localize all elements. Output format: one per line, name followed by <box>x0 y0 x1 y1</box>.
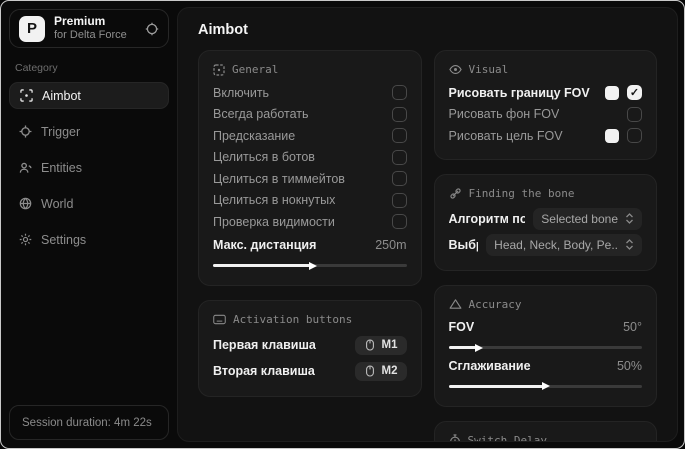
gear-icon <box>19 233 32 246</box>
app-window: P Premium for Delta Force Category Aimbo… <box>0 0 685 449</box>
crosshair-plus-icon <box>19 125 32 138</box>
panel-visual: Visual Рисовать границу FOV ✓ Рисовать ф… <box>433 50 657 160</box>
chevron-updown-icon <box>626 239 633 250</box>
checkbox-always-work[interactable] <box>391 106 407 122</box>
globe-icon <box>19 197 32 210</box>
checkbox-prediction[interactable] <box>391 128 407 144</box>
sidebar-item-label: Aimbot <box>42 88 81 103</box>
chevron-updown-icon <box>626 213 633 224</box>
checkbox-draw-fov-border[interactable]: ✓ <box>627 85 642 101</box>
fov-value: 50° <box>623 320 642 335</box>
entities-icon <box>19 161 32 174</box>
crosshair-scan-icon <box>20 89 33 102</box>
keybind-m2[interactable]: M2 <box>354 361 407 381</box>
main-content: Aimbot General Включить Всегда работать … <box>177 7 678 442</box>
sidebar-item-world[interactable]: World <box>9 190 169 217</box>
bone-row: Алгоритм поиска костей Selected bone <box>449 206 642 232</box>
mouse-icon <box>365 339 374 351</box>
max-distance-slider[interactable] <box>213 261 407 270</box>
slider-thumb[interactable] <box>474 343 483 352</box>
fov-slider[interactable] <box>448 343 642 352</box>
scope-icon[interactable] <box>145 22 159 36</box>
keybind-row: Вторая клавиша M2 <box>213 358 407 384</box>
sidebar: P Premium for Delta Force Category Aimbo… <box>1 1 177 448</box>
toggle-row: Проверка видимости <box>213 211 407 233</box>
brand-title: Premium <box>54 14 106 29</box>
bone-algorithm-dropdown[interactable]: Selected bone <box>533 207 642 230</box>
panel-finding-bone: Finding the bone Алгоритм поиска костей … <box>433 173 657 271</box>
bone-icon <box>449 187 461 199</box>
checkbox-draw-fov-background[interactable] <box>627 106 642 122</box>
checkbox-visibility-check[interactable] <box>391 214 407 230</box>
fov-target-color-swatch[interactable] <box>605 128 619 143</box>
selected-bones-dropdown[interactable]: Head, Neck, Body, Pe.. <box>486 233 642 256</box>
checkbox-target-bots[interactable] <box>391 149 407 165</box>
sidebar-item-trigger[interactable]: Trigger <box>9 118 169 145</box>
panel-bone-title: Finding the bone <box>449 187 643 200</box>
sidebar-item-label: Entities <box>41 160 82 175</box>
visual-row: Рисовать границу FOV ✓ <box>449 82 642 104</box>
sidebar-item-label: Settings <box>41 232 87 247</box>
smoothing-value: 50% <box>616 358 642 373</box>
keybind-m1[interactable]: M1 <box>354 335 407 355</box>
slider-row: FOV 50° <box>448 320 643 335</box>
keyboard-icon <box>213 314 226 325</box>
panel-switch-delay-title: Switch Delay <box>449 433 643 441</box>
toggle-row: Целиться в нокнутых <box>213 190 407 212</box>
brand-subtitle: for Delta Force <box>54 29 127 42</box>
brand-card: P Premium for Delta Force <box>9 9 169 48</box>
mouse-icon <box>365 365 374 377</box>
session-duration: Session duration: 4m 22s <box>9 405 169 440</box>
slider-row: Сглаживание 50% <box>448 358 643 373</box>
sidebar-item-settings[interactable]: Settings <box>9 226 169 253</box>
panel-activation-buttons: Activation buttons Первая клавиша M1 Вто… <box>198 300 422 397</box>
page-title: Aimbot <box>198 22 248 38</box>
timer-icon <box>449 433 460 441</box>
panel-activation-title: Activation buttons <box>213 313 407 326</box>
keybind-row: Первая клавиша M1 <box>213 332 407 358</box>
checkbox-target-teammates[interactable] <box>391 171 407 187</box>
triangle-icon <box>449 299 461 309</box>
slider-row: Макс. дистанция 250m <box>213 238 407 253</box>
bone-row: Выбранные кости Head, Neck, Body, Pe.. <box>449 232 642 258</box>
checkbox-enable[interactable] <box>391 85 407 101</box>
sidebar-item-entities[interactable]: Entities <box>9 154 169 181</box>
checkbox-draw-fov-target[interactable] <box>627 128 642 144</box>
toggle-row: Включить <box>213 82 407 104</box>
brand-logo: P <box>19 15 45 42</box>
visual-row: Рисовать цель FOV <box>449 125 642 147</box>
panel-visual-title: Visual <box>448 63 643 76</box>
panel-accuracy-title: Accuracy <box>449 298 643 311</box>
fov-border-color-swatch[interactable] <box>605 85 619 100</box>
smoothing-slider[interactable] <box>448 382 642 390</box>
sidebar-item-label: World <box>41 196 74 211</box>
visual-row: Рисовать фон FOV <box>449 104 642 126</box>
toggle-row: Всегда работать <box>213 104 407 126</box>
grid-icon <box>213 63 225 76</box>
checkbox-target-knocked[interactable] <box>391 192 407 208</box>
max-distance-value: 250m <box>375 238 407 253</box>
toggle-row: Целиться в ботов <box>213 147 407 169</box>
slider-thumb[interactable] <box>542 382 551 390</box>
toggle-row: Целиться в тиммейтов <box>213 168 407 190</box>
toggle-row: Предсказание <box>213 125 407 147</box>
panel-accuracy: Accuracy FOV 50° Сглаживание 50% <box>433 284 657 407</box>
check-icon: ✓ <box>629 87 640 100</box>
slider-thumb[interactable] <box>308 261 317 270</box>
panel-general: General Включить Всегда работать Предска… <box>198 50 422 286</box>
sidebar-item-label: Trigger <box>41 124 81 139</box>
category-label: Category <box>15 62 58 74</box>
panel-general-title: General <box>213 63 407 76</box>
panel-switch-delay: Switch Delay Задержка переключения Задер… <box>433 420 657 441</box>
sidebar-item-aimbot[interactable]: Aimbot <box>9 82 169 109</box>
eye-icon <box>448 64 462 75</box>
